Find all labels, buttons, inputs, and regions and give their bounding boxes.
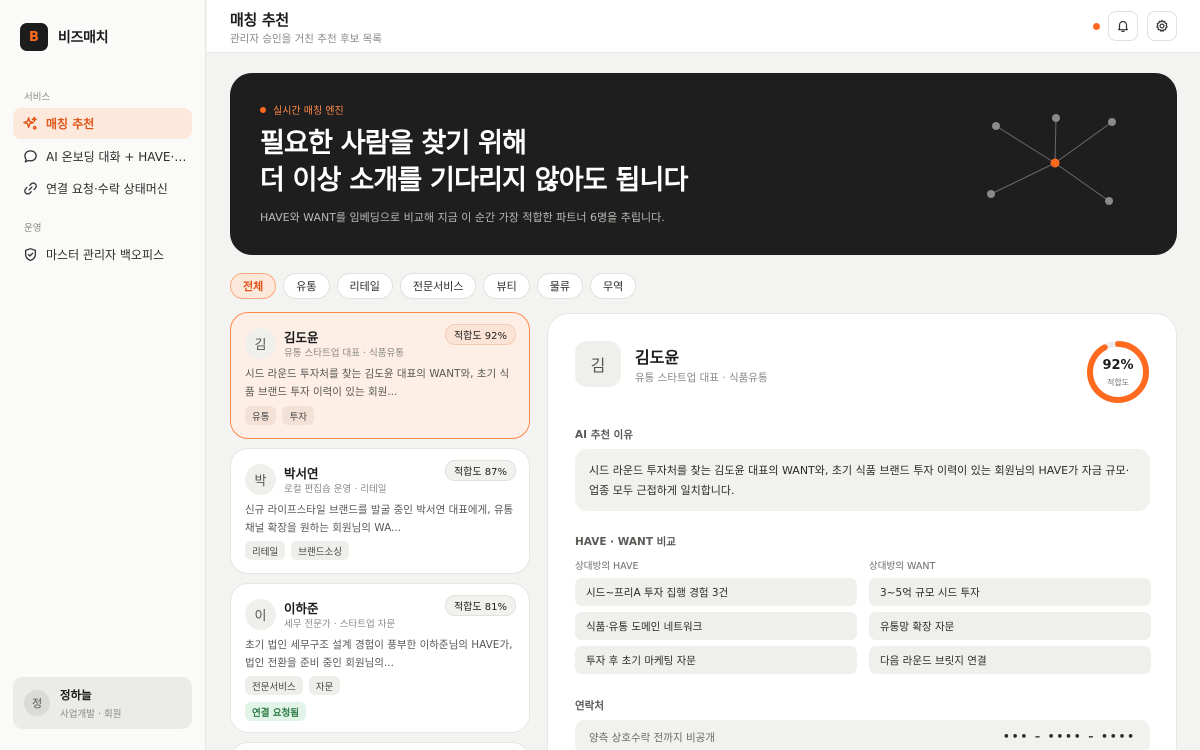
want-item: 다음 라운드 브릿지 연결 (869, 646, 1151, 674)
section-label-ops: 운영 (24, 223, 42, 234)
sidebar-item-matching[interactable]: 매칭 추천 (13, 108, 192, 139)
sidebar-item-onboarding[interactable]: AI 온보딩 대화 + HAVE·WANT 추출 (13, 141, 192, 172)
candidate-card[interactable] (230, 742, 530, 750)
hero-title-line1: 필요한 사람을 찾기 위해 (260, 128, 527, 159)
candidate-card[interactable]: 박 박서연 로컬 편집숍 운영 · 리테일 적합도 87% 신규 라이프스타일 … (230, 448, 530, 574)
sidebar-item-label: 마스터 관리자 백오피스 (46, 248, 165, 262)
tag: 유통 (245, 406, 277, 425)
tag: 전문서비스 (245, 676, 303, 695)
have-column-label: 상대방의 HAVE (575, 561, 639, 572)
avatar: 김 (575, 341, 621, 387)
category-filters: 전체 유통 리테일 전문서비스 뷰티 물류 무역 (230, 273, 637, 299)
have-item: 투자 후 초기 마케팅 자문 (575, 646, 857, 674)
sidebar-item-label: 연결 요청·수락 상태머신 (46, 182, 168, 196)
avatar: 박 (245, 464, 276, 495)
brand-name: 비즈매치 (58, 30, 109, 46)
notification-dot (1093, 23, 1100, 30)
filter-chip-beauty[interactable]: 뷰티 (483, 273, 530, 299)
brand-logo: B (20, 23, 48, 51)
hero-badge: 실시간 매칭 엔진 (260, 102, 344, 117)
live-dot (260, 106, 266, 113)
want-item: 3~5억 규모 시드 투자 (869, 578, 1151, 606)
candidate-card[interactable]: 이 이하준 세무 전문가 · 스타트업 자문 적합도 81% 초기 법인 세무구… (230, 583, 530, 733)
match-score-value: 92% (1102, 358, 1134, 373)
candidate-name: 박서연 (284, 466, 319, 481)
candidate-description: 초기 법인 세무구조 설계 경험이 풍부한 이하준님의 HAVE가, 법인 전환… (245, 639, 513, 669)
bell-icon (1118, 20, 1128, 33)
candidate-description: 신규 라이프스타일 브랜드를 발굴 중인 박서연 대표에게, 유통 채널 확장을… (245, 504, 514, 534)
filter-chip-retail[interactable]: 리테일 (336, 273, 393, 299)
candidate-tags: 리테일 브랜드소싱 (245, 541, 349, 560)
page-title: 매칭 추천 (230, 11, 289, 29)
candidate-role: 유통 스타트업 대표 · 식품유통 (284, 348, 404, 359)
avatar: 김 (245, 328, 276, 359)
hero-title: 필요한 사람을 찾기 위해 더 이상 소개를 기다리지 않아도 됩니다 (260, 125, 688, 199)
match-score-caption: 적합도 (1106, 378, 1130, 387)
detail-name: 김도윤 (635, 348, 680, 367)
settings-button[interactable] (1147, 11, 1177, 41)
match-score-badge: 적합도 81% (444, 595, 516, 616)
candidate-tags: 유통 투자 (245, 406, 314, 425)
link-icon (24, 182, 37, 195)
ai-reason-text: 시드 라운드 투자처를 찾는 김도윤 대표의 WANT와, 초기 식품 브랜드 … (575, 449, 1150, 511)
detail-role: 유통 스타트업 대표 · 식품유통 (635, 372, 768, 384)
sidebar-item-label: 매칭 추천 (46, 117, 95, 131)
filter-chip-logistics[interactable]: 물류 (536, 273, 583, 299)
section-label-service: 서비스 (24, 92, 51, 103)
shield-icon (24, 248, 37, 262)
sidebar: B 비즈매치 서비스 매칭 추천 AI 온보딩 대화 + HAVE·WANT 추… (0, 0, 206, 750)
user-name: 정하늘 (60, 687, 92, 702)
network-graph-illustration (987, 114, 1116, 205)
contact-label: 연락처 (575, 700, 604, 712)
want-column-label: 상대방의 WANT (869, 561, 936, 572)
candidate-card[interactable]: 김 김도윤 유통 스타트업 대표 · 식품유통 적합도 92% 시드 라운드 투… (230, 312, 530, 439)
top-header: 매칭 추천 관리자 승인을 거친 추천 후보 목록 (207, 0, 1200, 53)
filter-chip-distribution[interactable]: 유통 (283, 273, 330, 299)
compare-label: HAVE · WANT 비교 (575, 536, 676, 548)
avatar: 이 (245, 599, 276, 630)
want-item: 유통망 확장 자문 (869, 612, 1151, 640)
sidebar-item-admin[interactable]: 마스터 관리자 백오피스 (13, 239, 192, 270)
user-card[interactable]: 정 정하늘 사업개발 · 회원 (13, 677, 192, 729)
page-subtitle: 관리자 승인을 거친 추천 후보 목록 (230, 33, 382, 45)
tag: 자문 (308, 676, 341, 695)
candidate-role: 세무 전문가 · 스타트업 자문 (284, 619, 396, 630)
hero-title-line2: 더 이상 소개를 기다리지 않아도 됩니다 (260, 165, 688, 196)
candidate-name: 김도윤 (284, 330, 319, 345)
match-score-badge: 적합도 92% (444, 324, 516, 345)
notifications-button[interactable] (1108, 11, 1138, 41)
sidebar-item-label: AI 온보딩 대화 + HAVE·WANT 추출 (46, 150, 192, 164)
chat-bubble-icon (24, 150, 37, 163)
sparkle-icon (23, 116, 37, 130)
filter-chip-trade[interactable]: 무역 (589, 273, 637, 299)
contact-box: 양측 상호수락 전까지 비공개 ••• – •••• – •••• (575, 720, 1150, 750)
candidate-role: 로컬 편집숍 운영 · 리테일 (284, 484, 387, 495)
tag: 브랜드소싱 (291, 541, 349, 560)
candidate-description: 시드 라운드 투자처를 찾는 김도윤 대표의 WANT와, 초기 식품 브랜드 … (245, 368, 510, 398)
have-item: 식품·유통 도메인 네트워크 (575, 612, 857, 640)
tag: 리테일 (245, 541, 286, 560)
hero-badge-label: 실시간 매칭 엔진 (273, 106, 344, 117)
hero-banner: 실시간 매칭 엔진 필요한 사람을 찾기 위해 더 이상 소개를 기다리지 않아… (230, 73, 1177, 255)
sidebar-item-connection[interactable]: 연결 요청·수락 상태머신 (13, 173, 192, 204)
ai-reason-label: AI 추천 이유 (575, 429, 633, 441)
tag: 투자 (282, 406, 314, 425)
status-badge: 연결 요청됨 (245, 702, 307, 721)
candidate-name: 이하준 (284, 601, 319, 616)
match-score-badge: 적합도 87% (444, 460, 516, 481)
have-item: 시드~프리A 투자 집행 경험 3건 (575, 578, 857, 606)
candidate-tags: 전문서비스 자문 (245, 676, 341, 695)
gear-icon (1156, 19, 1168, 32)
hero-description: HAVE와 WANT를 임베딩으로 비교해 지금 이 순간 가장 적합한 파트너… (260, 211, 665, 224)
filter-chip-all[interactable]: 전체 (230, 273, 277, 299)
brand[interactable]: B 비즈매치 (20, 23, 109, 51)
user-role: 사업개발 · 회원 (60, 708, 122, 720)
avatar: 정 (24, 690, 50, 716)
candidate-detail-panel: 김 김도윤 유통 스타트업 대표 · 식품유통 92% 적합도 AI 추천 이유… (547, 313, 1177, 750)
filter-chip-professional[interactable]: 전문서비스 (399, 273, 477, 299)
contact-note: 양측 상호수락 전까지 비공개 (589, 731, 715, 744)
contact-masked-number: ••• – •••• – •••• (1003, 731, 1136, 743)
